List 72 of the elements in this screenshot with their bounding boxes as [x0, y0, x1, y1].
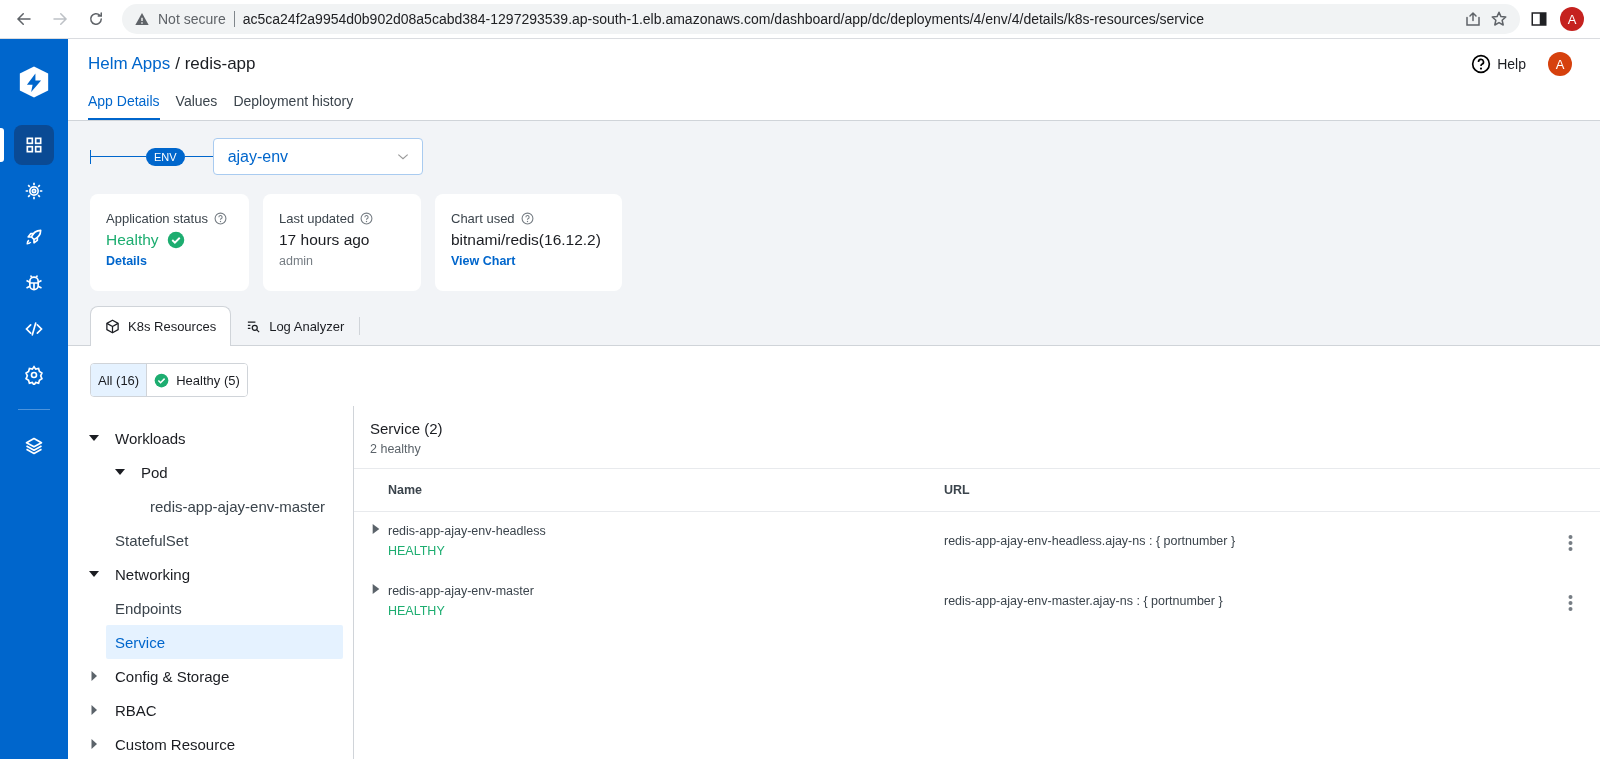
help-icon[interactable]: [213, 212, 227, 225]
tree-group[interactable]: Pod: [88, 455, 343, 489]
profile-avatar[interactable]: A: [1560, 7, 1584, 31]
page-tab[interactable]: Deployment history: [233, 89, 354, 120]
panel-subtitle: 2 healthy: [370, 442, 422, 456]
url-cell-text: redis-app-ajay-env-master.ajay-ns : { portnumber }: [944, 593, 1224, 610]
warning-icon: [134, 11, 150, 27]
card-link[interactable]: Details: [106, 254, 233, 268]
address-bar[interactable]: Not secure ac5ca24f2a9954d0b902d08a5cabd384-1297293539.ap-south-1.elb.amazonaws.com/dashboard/app/dc/deployments/4/env/4/details/k8s-resources/service: [122, 4, 1520, 34]
card-title: Chart used: [451, 211, 515, 226]
card-title: Last updated: [279, 211, 355, 226]
status-text: Healthy: [106, 231, 159, 249]
expand-caret-icon[interactable]: [372, 584, 380, 594]
log-search-icon: [246, 319, 262, 334]
back-arrow-icon: [15, 10, 33, 28]
card-title: Application status: [106, 211, 208, 226]
tree-item[interactable]: redis-app-ajay-env-master: [150, 489, 343, 523]
help-button[interactable]: Help: [1471, 54, 1526, 74]
app-name: / redis-app: [175, 54, 256, 74]
check-circle-icon: [166, 231, 185, 249]
resource-name: redis-app-ajay-env-master: [388, 584, 534, 598]
code-icon: [24, 319, 44, 339]
tree-group[interactable]: RBAC: [88, 693, 343, 727]
tree-item[interactable]: StatefulSet: [106, 523, 343, 557]
column-header: Name: [354, 469, 944, 512]
share-icon[interactable]: [1464, 10, 1482, 28]
help-icon[interactable]: [520, 212, 534, 225]
filter-button[interactable]: Healthy (5): [146, 364, 247, 396]
tree-group[interactable]: Custom Resource: [88, 727, 343, 759]
cube-icon: [105, 319, 120, 334]
tree-group[interactable]: Config & Storage: [88, 659, 343, 693]
logo-icon[interactable]: [17, 65, 51, 99]
rocket-icon: [24, 227, 44, 247]
tree-group[interactable]: Workloads: [88, 421, 343, 455]
side-panel-icon[interactable]: [1530, 10, 1548, 28]
bug-icon: [24, 273, 44, 293]
page-tab[interactable]: Values: [175, 89, 218, 120]
column-header: URL: [944, 469, 1540, 512]
card-detail: admin: [279, 254, 315, 268]
resource-tab[interactable]: Log Analyzer: [231, 306, 360, 346]
url-cell-text: redis-app-ajay-env-headless.ajay-ns : { portnumber }: [944, 533, 1237, 550]
tree-group[interactable]: Networking: [88, 557, 343, 591]
sun-gear-icon: [24, 181, 44, 201]
resource-tab[interactable]: K8s Resources: [90, 306, 232, 346]
security-label: Not secure: [158, 11, 226, 27]
env-badge: ENV: [146, 147, 185, 166]
status-label: HEALTHY: [388, 604, 446, 618]
card-value: bitnami/redis(16.12.2): [451, 231, 601, 249]
filter-button[interactable]: All (16): [91, 364, 147, 396]
environment-select[interactable]: ajay-env: [212, 138, 423, 175]
reload-icon: [87, 10, 105, 28]
card-value: 17 hours ago: [279, 231, 370, 249]
status-label: HEALTHY: [388, 544, 446, 558]
panel-title: Service (2): [370, 420, 444, 437]
breadcrumb-link[interactable]: Helm Apps: [88, 54, 171, 74]
tree-item[interactable]: Service: [106, 625, 343, 659]
more-icon[interactable]: [1567, 534, 1573, 552]
expand-caret-icon[interactable]: [372, 524, 380, 534]
help-icon: [1471, 54, 1492, 74]
resource-name: redis-app-ajay-env-headless: [388, 524, 546, 538]
user-avatar[interactable]: A: [1548, 52, 1572, 76]
grid-icon: [24, 135, 44, 155]
check-circle-icon: [154, 372, 170, 388]
url-text: ac5ca24f2a9954d0b902d08a5cabd384-1297293539.ap-south-1.elb.amazonaws.com/dashboard/app/dc/deployments/4/env/4/details/k8s-resources/service: [242, 11, 1204, 27]
card-link[interactable]: View Chart: [451, 254, 606, 268]
forward-arrow-icon: [51, 10, 69, 28]
help-icon[interactable]: [360, 212, 374, 225]
settings-icon: [24, 365, 44, 385]
tree-item[interactable]: Endpoints: [106, 591, 343, 625]
layers-icon: [24, 436, 44, 456]
more-icon[interactable]: [1567, 594, 1573, 612]
star-icon[interactable]: [1490, 10, 1508, 28]
